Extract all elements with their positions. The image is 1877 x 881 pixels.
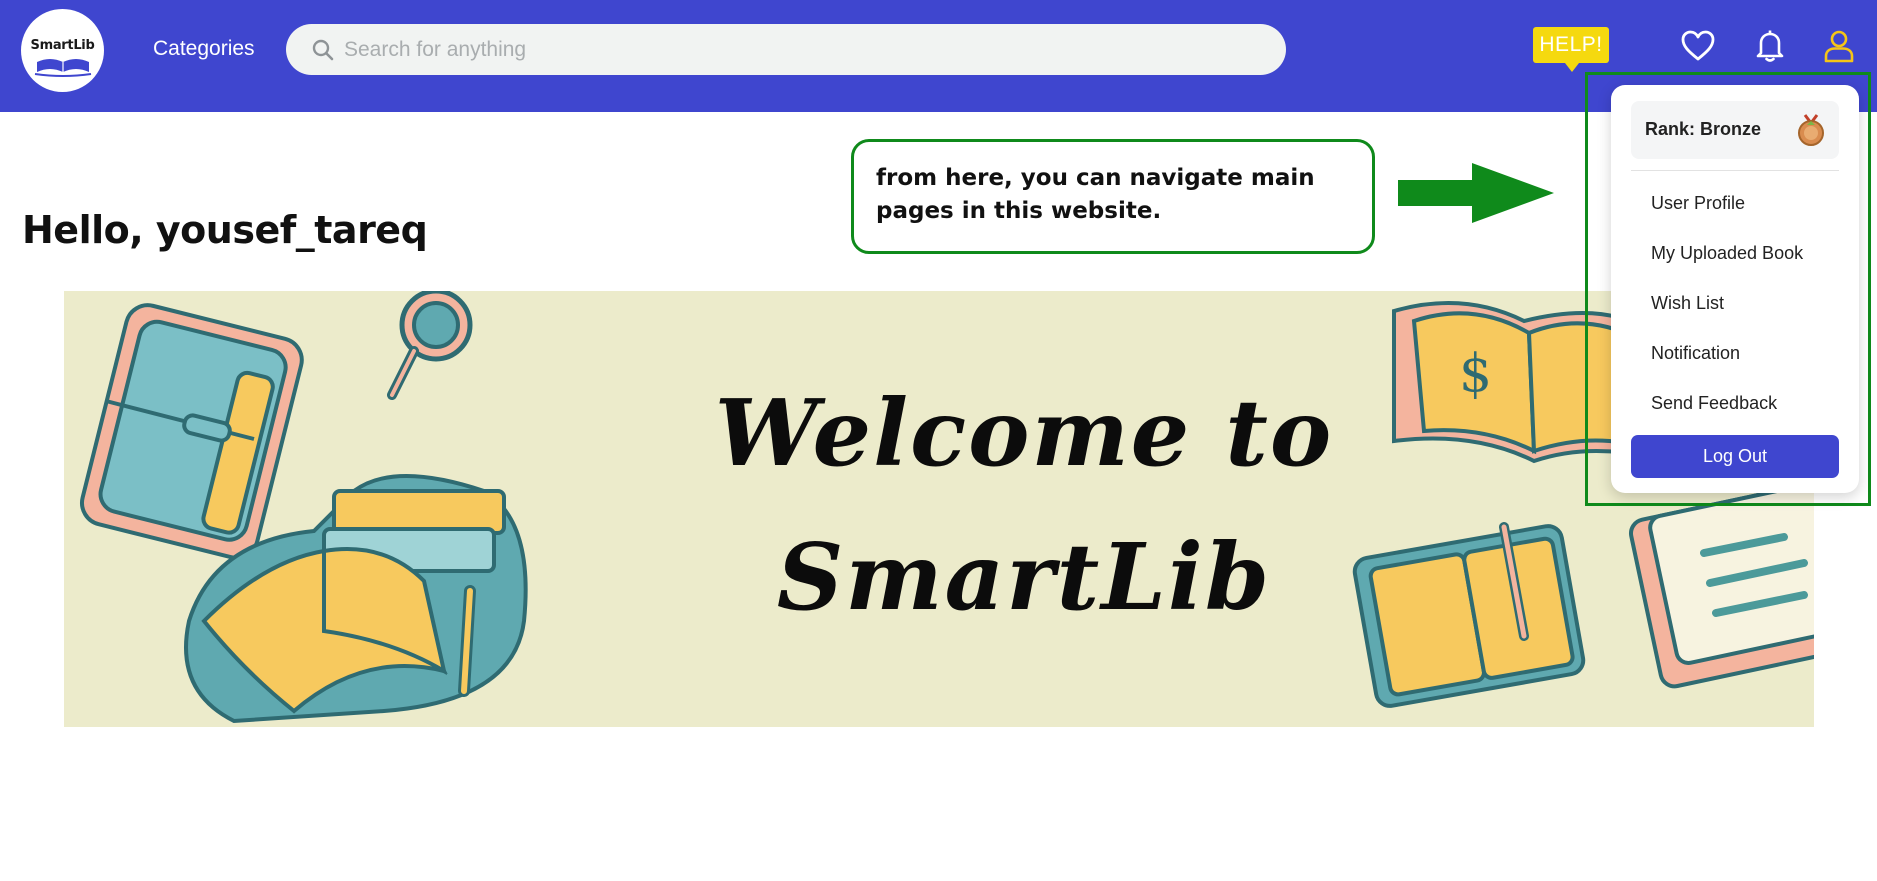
book-logo-icon (34, 59, 92, 77)
tutorial-callout: from here, you can navigate main pages i… (851, 139, 1375, 254)
help-button[interactable]: HELP! (1533, 27, 1609, 72)
heart-icon[interactable] (1680, 28, 1716, 64)
menu-item-my-uploaded-book[interactable]: My Uploaded Book (1651, 238, 1841, 268)
bronze-medal-icon (1798, 114, 1824, 146)
banner-title-line2: SmartLib (776, 523, 1272, 631)
menu-item-user-profile[interactable]: User Profile (1651, 188, 1841, 218)
magnifier-illustration (387, 291, 473, 400)
greeting-username: yousef_tareq (155, 208, 428, 252)
banner-title-line1: Welcome to (714, 379, 1334, 487)
rank-label: Rank: Bronze (1645, 119, 1762, 139)
menu-item-wish-list[interactable]: Wish List (1651, 288, 1841, 318)
greeting-prefix: Hello, (22, 208, 156, 252)
planner-illustration (80, 303, 304, 560)
logo-text: SmartLib (30, 38, 95, 53)
search-icon (312, 39, 334, 61)
search-input[interactable] (344, 24, 1244, 75)
bell-icon[interactable] (1752, 28, 1788, 64)
rank-card: Rank: Bronze (1631, 101, 1839, 159)
user-icon[interactable] (1821, 28, 1857, 64)
welcome-banner: $ Welcome to SmartLib (64, 291, 1814, 727)
banner-title: Welcome to SmartLib (544, 361, 1504, 649)
notepad-illustration (1629, 483, 1814, 689)
categories-menu[interactable]: Categories (153, 37, 255, 61)
arrow-right-icon (1398, 163, 1554, 223)
greeting-heading: Hello, yousef_tareq (22, 208, 428, 252)
smartlib-logo[interactable]: SmartLib (21, 9, 104, 92)
menu-divider (1631, 170, 1839, 171)
menu-item-send-feedback[interactable]: Send Feedback (1651, 388, 1841, 418)
user-dropdown-menu: Rank: Bronze User Profile My Uploaded Bo… (1611, 85, 1859, 493)
menu-item-notification[interactable]: Notification (1651, 338, 1841, 368)
logout-button[interactable]: Log Out (1631, 435, 1839, 478)
search-bar (286, 24, 1286, 75)
